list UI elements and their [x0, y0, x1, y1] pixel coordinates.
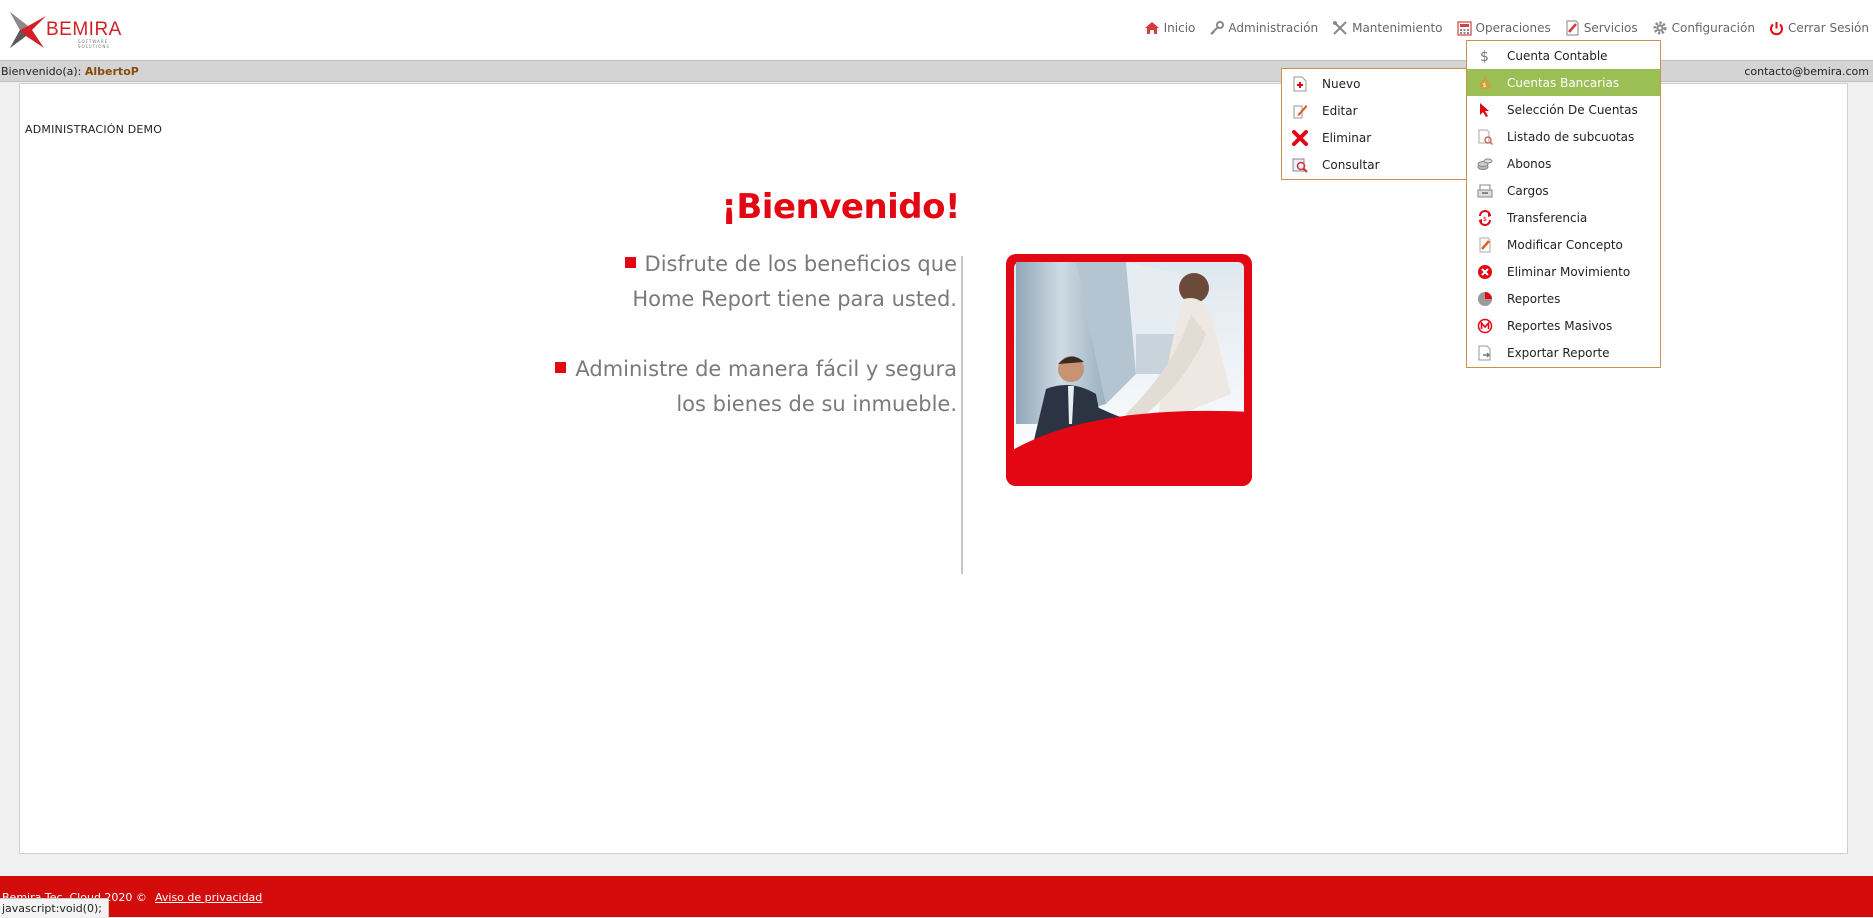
delete-x-icon — [1292, 129, 1308, 146]
submenu-label: Consultar — [1322, 157, 1380, 172]
home-icon — [1144, 22, 1159, 34]
bullet-2-line-1: Administre de manera fácil y segura — [575, 357, 957, 381]
menu-item-label: Abonos — [1507, 156, 1552, 171]
menu-item-label: Eliminar Movimiento — [1507, 264, 1631, 279]
privacy-link[interactable]: Aviso de privacidad — [155, 891, 262, 904]
edit-icon — [1292, 103, 1308, 119]
administration-name: ADMINISTRACIÓN DEMO — [25, 123, 163, 136]
svg-text:$: $ — [1483, 82, 1487, 89]
footer: Bemira Tec. Cloud 2020 © Aviso de privac… — [0, 876, 1873, 917]
servicios-dropdown: $ Cuenta Contable $ Cuentas Bancarias Se… — [1466, 40, 1661, 368]
nav-servicios[interactable]: Servicios — [1565, 20, 1638, 36]
bemira-logo[interactable]: BEMIRA SOFTWARE SOLUTIONS — [6, 8, 136, 52]
tools-icon — [1333, 21, 1347, 35]
search-document-icon — [1292, 157, 1308, 173]
benefit-bullet-1: Disfrute de los beneficios que Home Repo… — [500, 247, 957, 317]
gear-icon — [1653, 21, 1667, 35]
edit-document-icon — [1477, 237, 1493, 253]
menu-item-label: Listado de subcuotas — [1507, 129, 1635, 144]
handshake-photo — [1006, 254, 1252, 486]
logo-tagline: SOFTWARE SOLUTIONS — [78, 39, 110, 49]
nav-operaciones[interactable]: Operaciones — [1456, 20, 1551, 36]
handshake-illustration — [1006, 262, 1252, 486]
menu-item-label: Modificar Concepto — [1507, 237, 1623, 252]
menu-item-label: Reportes Masivos — [1507, 318, 1613, 333]
username: AlbertoP — [84, 65, 139, 78]
svg-text:$: $ — [1480, 49, 1489, 64]
menu-item-modificar-concepto[interactable]: Modificar Concepto — [1467, 231, 1660, 258]
submenu-item-eliminar[interactable]: Eliminar — [1282, 124, 1476, 151]
nav-mantenimiento-label: Mantenimiento — [1352, 21, 1443, 35]
export-document-icon — [1477, 345, 1493, 361]
nav-configuracion-label: Configuración — [1671, 21, 1755, 35]
bullet-1-line-2: Home Report tiene para usted. — [632, 287, 957, 311]
welcome-title: ¡Bienvenido! — [721, 187, 960, 227]
m-circle-icon — [1477, 318, 1493, 334]
nav-inicio-label: Inicio — [1163, 21, 1196, 35]
menu-item-label: Transferencia — [1507, 210, 1588, 225]
nav-inicio[interactable]: Inicio — [1144, 21, 1196, 35]
pie-chart-icon — [1477, 291, 1493, 307]
welcome-label: Bienvenido(a): — [1, 65, 82, 78]
submenu-label: Eliminar — [1322, 130, 1372, 145]
menu-item-reportes[interactable]: Reportes — [1467, 285, 1660, 312]
bullet-2-line-2: los bienes de su inmueble. — [676, 392, 957, 416]
menu-item-abonos[interactable]: Abonos — [1467, 150, 1660, 177]
menu-item-label: Cargos — [1507, 183, 1549, 198]
menu-item-label: Cuenta Contable — [1507, 48, 1608, 63]
calculator-icon — [1456, 20, 1472, 36]
menu-item-cuenta-contable[interactable]: $ Cuenta Contable — [1467, 42, 1660, 69]
menu-item-cuentas-bancarias[interactable]: $ Cuentas Bancarias — [1467, 69, 1660, 96]
power-icon — [1770, 21, 1783, 35]
contact-email: contacto@bemira.com — [1744, 65, 1869, 78]
menu-item-cargos[interactable]: Cargos — [1467, 177, 1660, 204]
cash-register-icon — [1477, 183, 1493, 199]
submenu-item-editar[interactable]: Editar — [1282, 97, 1476, 124]
nav-cerrar-sesion-label: Cerrar Sesión — [1787, 21, 1869, 35]
vertical-divider — [961, 256, 963, 574]
nav-mantenimiento[interactable]: Mantenimiento — [1332, 20, 1443, 36]
logo-star-icon — [10, 12, 46, 48]
menu-item-label: Cuentas Bancarias — [1507, 75, 1620, 90]
bullet-square-icon — [555, 362, 567, 373]
submenu-label: Editar — [1322, 103, 1358, 118]
invoice-icon — [1566, 20, 1579, 36]
delete-circle-icon — [1477, 264, 1493, 280]
money-bag-icon: $ — [1477, 75, 1493, 91]
coins-icon — [1477, 156, 1493, 172]
submenu-item-consultar[interactable]: Consultar — [1282, 151, 1476, 178]
nav-administracion-label: Administración — [1228, 21, 1319, 35]
cursor-icon — [1477, 102, 1493, 118]
cuentas-bancarias-submenu: Nuevo Editar Eliminar Consultar — [1281, 68, 1477, 180]
nav-configuracion[interactable]: Configuración — [1652, 20, 1755, 36]
menu-item-exportar-reporte[interactable]: Exportar Reporte — [1467, 339, 1660, 366]
menu-item-transferencia[interactable]: $ Transferencia — [1467, 204, 1660, 231]
menu-item-listado-subcuotas[interactable]: Listado de subcuotas — [1467, 123, 1660, 150]
new-document-icon — [1292, 76, 1308, 92]
main-navigation: Inicio Administración Mantenimiento Oper… — [1144, 16, 1869, 40]
submenu-label: Nuevo — [1322, 76, 1361, 91]
dollar-icon: $ — [1477, 48, 1493, 64]
logo-text: BEMIRA — [46, 19, 122, 40]
menu-item-eliminar-movimiento[interactable]: Eliminar Movimiento — [1467, 258, 1660, 285]
menu-item-reportes-masivos[interactable]: Reportes Masivos — [1467, 312, 1660, 339]
nav-servicios-label: Servicios — [1583, 21, 1638, 35]
menu-item-label: Exportar Reporte — [1507, 345, 1610, 360]
benefit-bullet-2: Administre de manera fácil y segura los … — [500, 352, 957, 422]
bullet-1-line-1: Disfrute de los beneficios que — [644, 252, 957, 276]
key-icon — [1210, 20, 1225, 35]
nav-administracion[interactable]: Administración — [1209, 20, 1319, 36]
transfer-icon: $ — [1477, 209, 1493, 226]
svg-text:$: $ — [1483, 216, 1487, 223]
bullet-square-icon — [624, 257, 636, 268]
list-search-icon — [1477, 129, 1493, 145]
browser-status-bar: javascript:void(0); — [0, 898, 109, 918]
menu-item-seleccion-de-cuentas[interactable]: Selección De Cuentas — [1467, 96, 1660, 123]
menu-item-label: Selección De Cuentas — [1507, 102, 1638, 117]
welcome-user: Bienvenido(a): AlbertoP — [1, 61, 139, 83]
submenu-item-nuevo[interactable]: Nuevo — [1282, 70, 1476, 97]
nav-cerrar-sesion[interactable]: Cerrar Sesión — [1769, 21, 1869, 36]
menu-item-label: Reportes — [1507, 291, 1561, 306]
nav-operaciones-label: Operaciones — [1475, 21, 1551, 35]
